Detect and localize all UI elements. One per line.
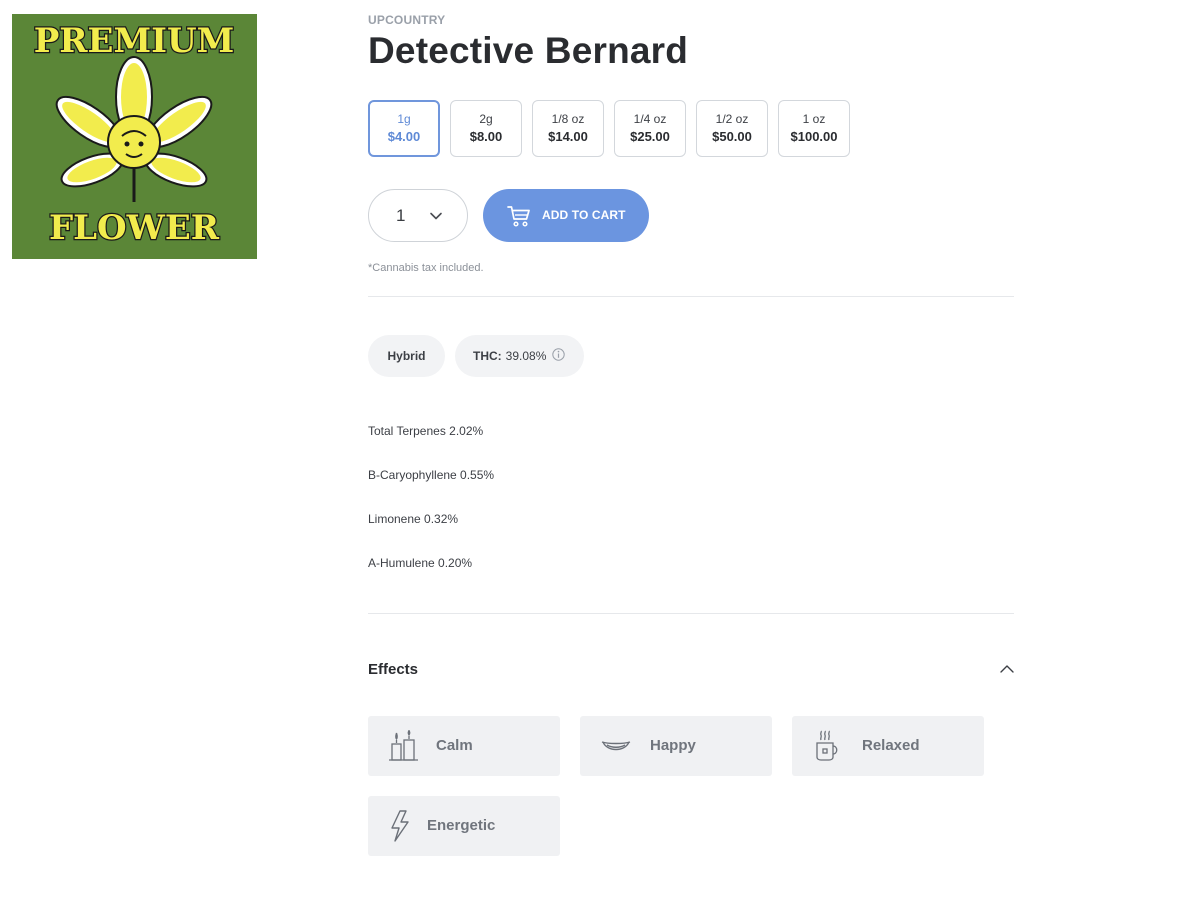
terpene-item: A-Humulene 0.20% [368,556,473,570]
smile-icon [600,730,632,767]
weight-option-half-oz[interactable]: 1/2 oz $50.00 [696,100,768,157]
effects-heading: Effects [368,661,419,678]
teacup-icon [812,730,844,767]
weight-option-1-oz[interactable]: 1 oz $100.00 [778,100,850,157]
weight-price: $14.00 [548,129,588,144]
effect-label: Relaxed [862,737,920,754]
weight-label: 1g [397,112,411,126]
info-icon[interactable] [552,348,566,364]
strain-type-badge: Hybrid [368,335,445,377]
weight-price: $4.00 [387,129,421,144]
thc-value: 39.08% [505,349,547,363]
lightning-icon [388,810,420,847]
effect-tile-relaxed: Relaxed [792,716,984,776]
tax-note: *Cannabis tax included. [368,262,484,274]
weight-label: 1 oz [802,112,826,126]
terpene-item: B-Caryophyllene 0.55% [368,468,495,482]
cart-icon [507,204,531,231]
divider [368,296,1014,297]
thc-badge: THC: 39.08% [455,335,584,377]
effect-tile-happy: Happy [580,716,772,776]
thc-label: THC: [473,349,502,363]
add-to-cart-label: ADD TO CART [542,208,626,222]
weight-price: $50.00 [712,129,752,144]
effect-tile-energetic: Energetic [368,796,560,856]
product-title: Detective Bernard [368,30,689,71]
weight-label: 2g [479,112,493,126]
weight-label: 1/2 oz [715,112,749,126]
divider [368,613,1014,614]
weight-option-quarter-oz[interactable]: 1/4 oz $25.00 [614,100,686,157]
weight-option-eighth-oz[interactable]: 1/8 oz $14.00 [532,100,604,157]
candles-icon [388,729,420,767]
effect-label: Energetic [427,817,496,834]
terpene-total: Total Terpenes 2.02% [368,424,484,438]
weight-label: 1/8 oz [551,112,585,126]
weight-price: $25.00 [630,129,670,144]
weight-options: 1g $4.00 2g $8.00 1/8 oz $14.00 1/4 oz $… [368,100,850,157]
chevron-down-icon [429,209,443,228]
weight-price: $8.00 [469,129,503,144]
brand-name[interactable]: UPCOUNTRY [368,13,445,27]
weight-option-2g[interactable]: 2g $8.00 [450,100,522,157]
chevron-up-icon[interactable] [999,661,1015,682]
quantity-value: 1 [396,205,406,225]
image-text-top: PREMIUM [34,21,235,61]
product-image: PREMIUM FLOWER [12,14,257,259]
quantity-select[interactable]: 1 [368,189,468,242]
image-text-bottom: FLOWER [49,208,220,248]
terpene-item: Limonene 0.32% [368,512,459,526]
effect-label: Calm [436,737,473,754]
weight-price: $100.00 [790,129,838,144]
effect-label: Happy [650,737,696,754]
effect-tile-calm: Calm [368,716,560,776]
weight-option-1g[interactable]: 1g $4.00 [368,100,440,157]
add-to-cart-button[interactable]: ADD TO CART [483,189,649,242]
weight-label: 1/4 oz [633,112,667,126]
